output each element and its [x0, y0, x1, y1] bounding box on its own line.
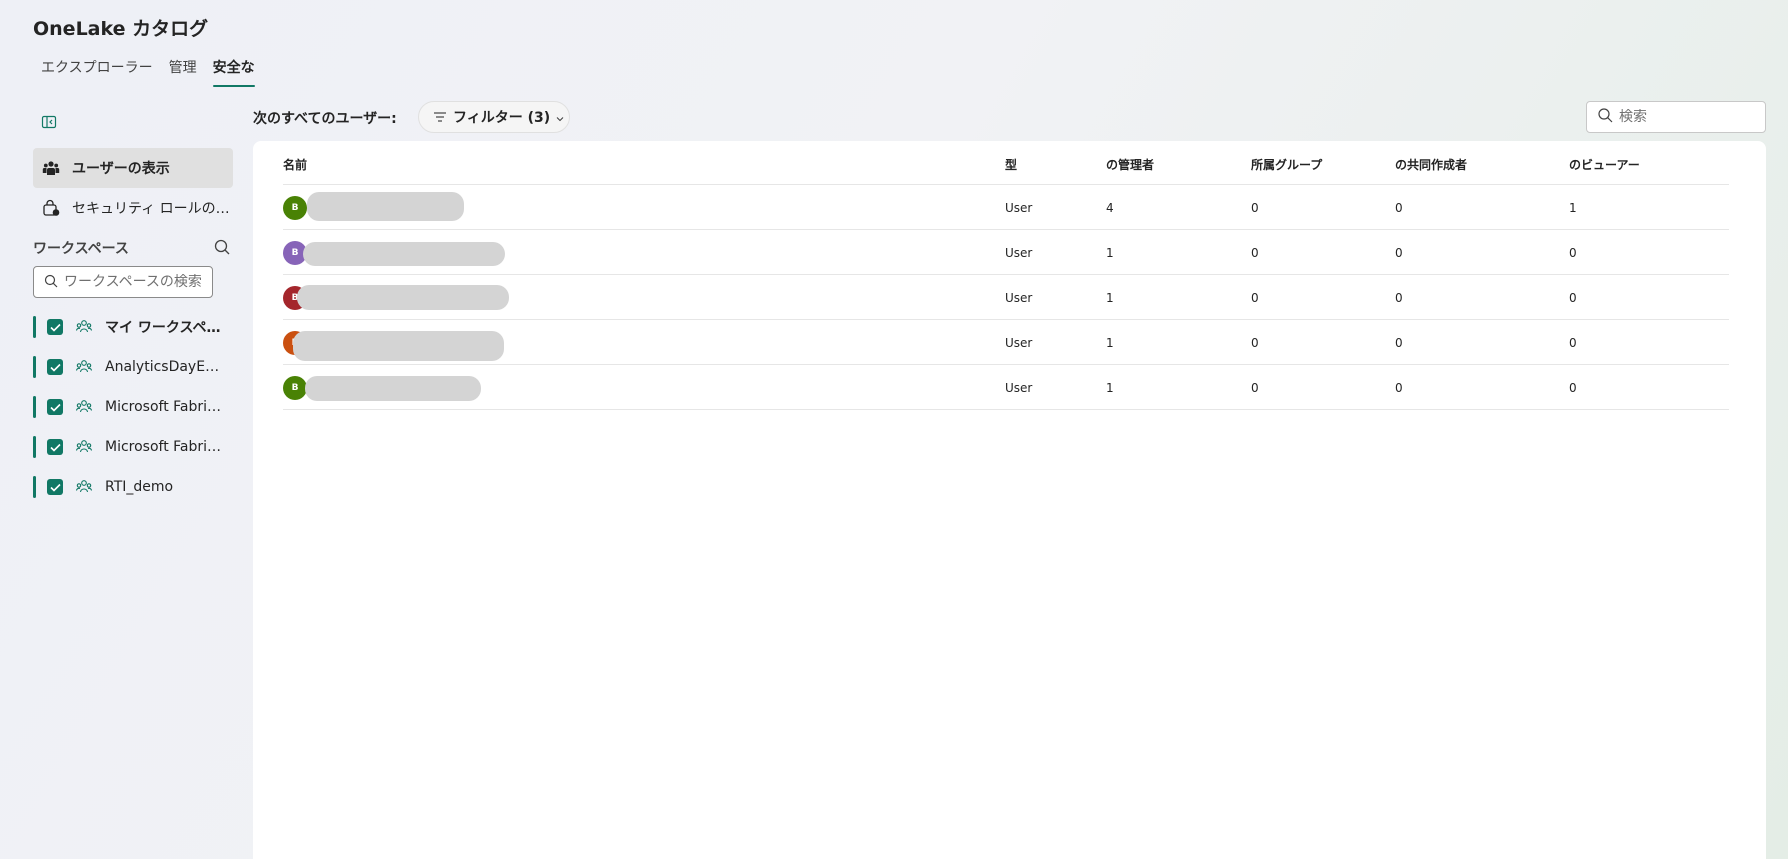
workspace-search-field[interactable] — [33, 266, 213, 298]
workspace-item[interactable]: RTI_demo — [33, 472, 233, 502]
table-row[interactable]: B User 1 0 0 0 — [283, 365, 1729, 410]
user-search-input[interactable] — [1619, 109, 1759, 125]
collapse-pane-icon[interactable] — [40, 113, 58, 131]
redacted-name — [293, 331, 504, 361]
workspace-item[interactable]: Microsoft Fabric Lab — [33, 432, 233, 462]
workspace-item[interactable]: マイ ワークスペース — [33, 312, 233, 342]
cell-admin: 1 — [1106, 246, 1114, 260]
workspace-label: AnalyticsDayEnooo — [105, 359, 225, 375]
workspace-checkbox[interactable] — [47, 399, 63, 415]
avatar: B — [283, 196, 307, 220]
cell-contributor: 0 — [1395, 246, 1403, 260]
workspaces-header: ワークスペース — [33, 241, 129, 257]
workspace-icon — [75, 478, 93, 496]
nav-view-security-roles[interactable]: セキュリティ ロールの表示 — [33, 188, 233, 228]
workspace-item[interactable]: AnalyticsDayEnooo — [33, 352, 233, 382]
search-icon — [44, 273, 58, 292]
column-header-type[interactable]: 型 — [1005, 156, 1017, 173]
table-row[interactable]: B User 1 0 0 0 — [283, 275, 1729, 320]
filter-button-label: フィルター (3) — [453, 110, 551, 126]
table-row[interactable]: B User 1 0 0 0 — [283, 320, 1729, 365]
redacted-name — [307, 192, 464, 221]
users-table: 名前 型 の管理者 所属グループ の共同作成者 のビューアー B User 4 … — [253, 141, 1766, 859]
cell-viewer: 0 — [1569, 381, 1577, 395]
redacted-name — [303, 242, 505, 266]
cell-contributor: 0 — [1395, 201, 1403, 215]
cell-viewer: 0 — [1569, 291, 1577, 305]
cell-viewer: 1 — [1569, 201, 1577, 215]
redacted-name — [297, 285, 509, 310]
selected-indicator — [33, 436, 36, 458]
cell-admin: 1 — [1106, 291, 1114, 305]
workspace-icon — [75, 318, 93, 336]
filter-icon — [433, 110, 447, 124]
cell-viewer: 0 — [1569, 336, 1577, 350]
column-header-admin[interactable]: の管理者 — [1106, 156, 1154, 173]
user-search-field[interactable] — [1586, 101, 1766, 133]
cell-member: 0 — [1251, 291, 1259, 305]
cell-contributor: 0 — [1395, 381, 1403, 395]
tab-explorer[interactable]: エクスプローラー — [33, 54, 161, 87]
table-row[interactable]: B User 1 0 0 0 — [283, 230, 1729, 275]
cell-member: 0 — [1251, 201, 1259, 215]
people-icon — [42, 159, 60, 177]
chevron-down-icon — [555, 112, 565, 122]
tab-manage[interactable]: 管理 — [161, 54, 205, 87]
cell-type: User — [1005, 381, 1033, 395]
workspace-icon — [75, 398, 93, 416]
column-header-contributor[interactable]: の共同作成者 — [1395, 156, 1467, 173]
selected-indicator — [33, 476, 36, 498]
cell-type: User — [1005, 291, 1033, 305]
workspace-label: Microsoft Fabric Demo — [105, 399, 225, 415]
tab-bar: エクスプローラー 管理 安全な — [33, 54, 263, 87]
workspace-icon — [75, 438, 93, 456]
redacted-name — [305, 376, 481, 401]
app-title: OneLake カタログ — [33, 18, 209, 40]
workspace-label: RTI_demo — [105, 479, 174, 495]
workspace-search-input[interactable] — [64, 274, 204, 290]
cell-type: User — [1005, 201, 1033, 215]
cell-contributor: 0 — [1395, 291, 1403, 305]
cell-member: 0 — [1251, 246, 1259, 260]
workspace-icon — [75, 358, 93, 376]
workspace-checkbox[interactable] — [47, 319, 63, 335]
cell-contributor: 0 — [1395, 336, 1403, 350]
workspace-item[interactable]: Microsoft Fabric Demo — [33, 392, 233, 422]
workspace-checkbox[interactable] — [47, 479, 63, 495]
selected-indicator — [33, 316, 36, 338]
selected-indicator — [33, 356, 36, 378]
workspace-label: マイ ワークスペース — [105, 320, 225, 336]
search-icon — [1597, 107, 1613, 127]
cell-member: 0 — [1251, 381, 1259, 395]
cell-admin: 1 — [1106, 381, 1114, 395]
workspace-checkbox[interactable] — [47, 359, 63, 375]
tab-secure[interactable]: 安全な — [205, 54, 263, 87]
cell-admin: 4 — [1106, 201, 1114, 215]
workspace-label: Microsoft Fabric Lab — [105, 439, 225, 455]
search-icon[interactable] — [213, 238, 231, 256]
shield-lock-icon — [42, 199, 60, 217]
selected-indicator — [33, 396, 36, 418]
users-filter-label: 次のすべてのユーザー: — [253, 111, 397, 127]
cell-type: User — [1005, 336, 1033, 350]
avatar: B — [283, 376, 307, 400]
nav-view-users-label: ユーザーの表示 — [72, 161, 170, 177]
nav-view-users[interactable]: ユーザーの表示 — [33, 148, 233, 188]
column-header-viewer[interactable]: のビューアー — [1569, 156, 1640, 173]
column-header-member[interactable]: 所属グループ — [1251, 156, 1322, 173]
workspace-checkbox[interactable] — [47, 439, 63, 455]
cell-admin: 1 — [1106, 336, 1114, 350]
table-row[interactable]: B User 4 0 0 1 — [283, 185, 1729, 230]
nav-view-security-roles-label: セキュリティ ロールの表示 — [72, 201, 232, 217]
cell-viewer: 0 — [1569, 246, 1577, 260]
cell-type: User — [1005, 246, 1033, 260]
column-header-name[interactable]: 名前 — [283, 156, 307, 173]
filter-button[interactable]: フィルター (3) — [418, 101, 570, 133]
cell-member: 0 — [1251, 336, 1259, 350]
